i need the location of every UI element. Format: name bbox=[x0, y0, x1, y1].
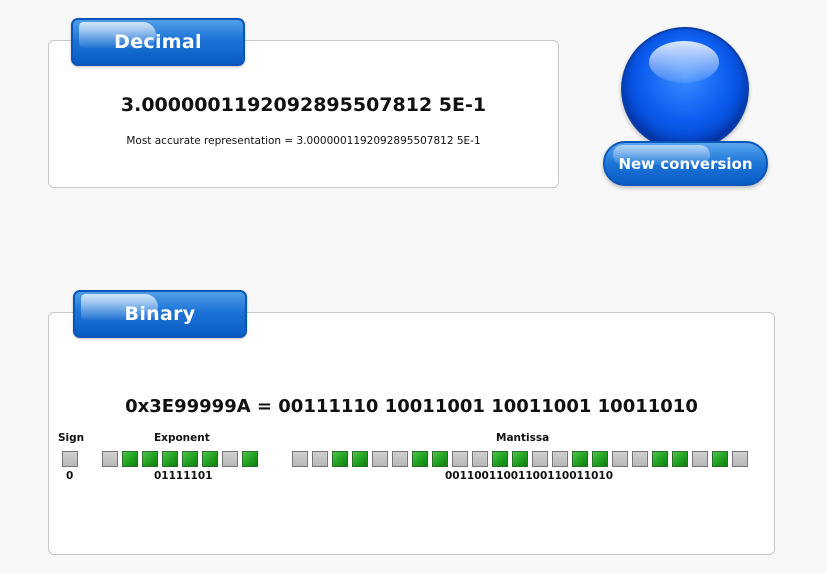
mantissa-bit-8[interactable] bbox=[452, 451, 468, 467]
mantissa-bit-17[interactable] bbox=[632, 451, 648, 467]
exponent-bit-2[interactable] bbox=[142, 451, 158, 467]
exponent-bit-4[interactable] bbox=[182, 451, 198, 467]
hex-binary-line: 0x3E99999A = 00111110 10011001 10011001 … bbox=[125, 396, 698, 417]
exponent-bit-5[interactable] bbox=[202, 451, 218, 467]
mantissa-bit-19[interactable] bbox=[672, 451, 688, 467]
mantissa-bit-4[interactable] bbox=[372, 451, 388, 467]
exponent-bit-0[interactable] bbox=[102, 451, 118, 467]
mantissa-bit-18[interactable] bbox=[652, 451, 668, 467]
exponent-bit-6[interactable] bbox=[222, 451, 238, 467]
mantissa-bit-9[interactable] bbox=[472, 451, 488, 467]
exponent-value: 01111101 bbox=[154, 470, 213, 482]
mantissa-bit-11[interactable] bbox=[512, 451, 528, 467]
mantissa-bit-13[interactable] bbox=[552, 451, 568, 467]
new-conversion-button[interactable]: New conversion bbox=[603, 141, 768, 186]
exponent-bit-3[interactable] bbox=[162, 451, 178, 467]
binary-tab-label: Binary bbox=[124, 303, 196, 325]
exponent-label: Exponent bbox=[154, 432, 210, 444]
mantissa-bit-6[interactable] bbox=[412, 451, 428, 467]
mantissa-value: 00110011001100110011010 bbox=[445, 470, 614, 482]
sign-bit-0[interactable] bbox=[62, 451, 78, 467]
mantissa-bit-7[interactable] bbox=[432, 451, 448, 467]
mantissa-bit-1[interactable] bbox=[312, 451, 328, 467]
mantissa-bit-22[interactable] bbox=[732, 451, 748, 467]
mantissa-label: Mantissa bbox=[496, 432, 550, 444]
mantissa-bit-20[interactable] bbox=[692, 451, 708, 467]
binary-tab: Binary bbox=[73, 290, 247, 338]
orb-icon[interactable] bbox=[621, 27, 749, 151]
mantissa-bit-15[interactable] bbox=[592, 451, 608, 467]
most-accurate-representation: Most accurate representation = 3.0000001… bbox=[126, 135, 481, 147]
exponent-bit-7[interactable] bbox=[242, 451, 258, 467]
mantissa-bit-21[interactable] bbox=[712, 451, 728, 467]
sign-value: 0 bbox=[66, 470, 74, 482]
mantissa-bit-14[interactable] bbox=[572, 451, 588, 467]
decimal-tab: Decimal bbox=[71, 18, 245, 66]
mantissa-bit-0[interactable] bbox=[292, 451, 308, 467]
mantissa-bit-12[interactable] bbox=[532, 451, 548, 467]
mantissa-bit-10[interactable] bbox=[492, 451, 508, 467]
mantissa-bit-2[interactable] bbox=[332, 451, 348, 467]
new-conversion-label: New conversion bbox=[618, 154, 753, 173]
mantissa-bit-3[interactable] bbox=[352, 451, 368, 467]
mantissa-bit-5[interactable] bbox=[392, 451, 408, 467]
decimal-tab-label: Decimal bbox=[114, 31, 202, 53]
sign-label: Sign bbox=[58, 432, 85, 444]
mantissa-bit-16[interactable] bbox=[612, 451, 628, 467]
decimal-value: 3.0000001192092895507812 5E-1 bbox=[120, 94, 487, 116]
exponent-bit-1[interactable] bbox=[122, 451, 138, 467]
